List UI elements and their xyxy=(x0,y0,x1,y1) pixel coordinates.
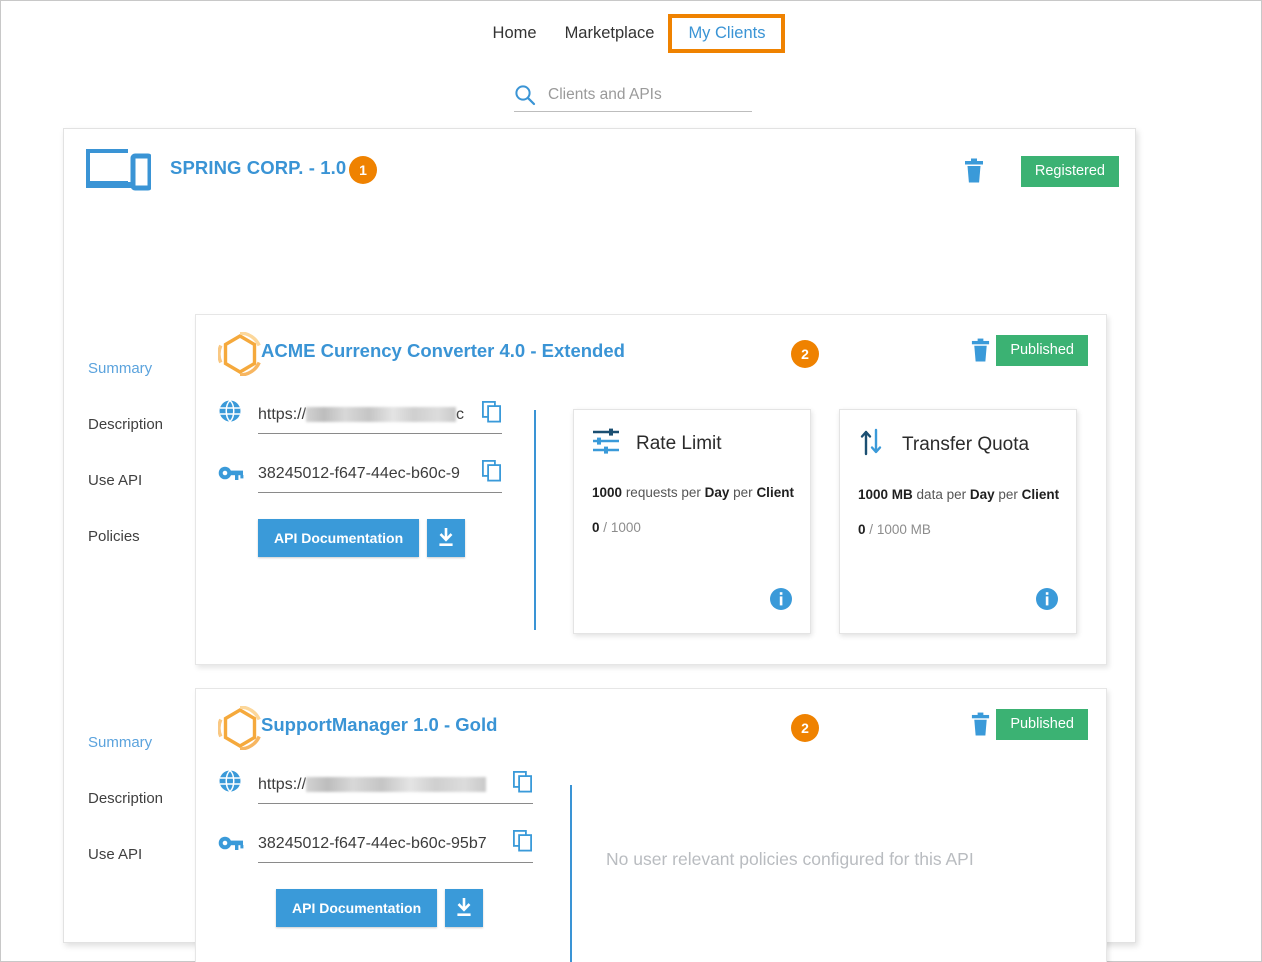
rate-limit-scope: Client xyxy=(756,485,794,500)
nav-item-home[interactable]: Home xyxy=(479,14,551,53)
annotation-marker-2b: 2 xyxy=(791,714,819,742)
key-icon xyxy=(218,464,244,493)
api-2-download-button[interactable] xyxy=(445,889,483,927)
rate-limit-title: Rate Limit xyxy=(636,433,722,455)
delete-client-icon[interactable] xyxy=(963,158,985,189)
api-2-documentation-button[interactable]: API Documentation xyxy=(276,889,437,927)
copy-key-icon[interactable] xyxy=(472,460,502,487)
rate-limit-per: per xyxy=(733,485,753,500)
transfer-quota-period: Day xyxy=(970,487,995,502)
api-2-menu-use-api[interactable]: Use API xyxy=(88,846,193,863)
api-1-url-suffix: c xyxy=(456,406,464,424)
nav-item-marketplace[interactable]: Marketplace xyxy=(551,14,669,53)
api-card-2: SupportManager 1.0 - Gold 2 Published xyxy=(195,688,1107,962)
rate-limit-unit: requests per xyxy=(626,485,701,500)
nav-item-my-clients[interactable]: My Clients xyxy=(668,14,785,53)
client-card-header: SPRING CORP. - 1.0 1 Registered xyxy=(64,129,1135,214)
api-2-details: https:// xyxy=(218,769,548,927)
copy-url-icon[interactable] xyxy=(472,401,502,428)
transfer-quota-unit: data per xyxy=(917,487,967,502)
api-2-url-prefix: https:// xyxy=(258,776,306,794)
transfer-quota-info-icon[interactable] xyxy=(1036,588,1058,615)
api-2-header: SupportManager 1.0 - Gold 2 Published xyxy=(196,689,1106,765)
policy-card-rate-limit: Rate Limit 1000 requests per Day per Cli… xyxy=(573,409,811,634)
api-2-actions: API Documentation xyxy=(276,889,548,927)
client-status-badge[interactable]: Registered xyxy=(1021,156,1119,187)
transfer-quota-used: 0 xyxy=(858,522,866,537)
api-1-status-badge[interactable]: Published xyxy=(996,335,1088,366)
api-1-policy-divider xyxy=(534,410,536,630)
delete-api-2-icon[interactable] xyxy=(970,712,991,742)
api-2-policy-divider xyxy=(570,785,572,962)
annotation-marker-2a: 2 xyxy=(791,340,819,368)
rate-limit-usage-line: 0 / 1000 xyxy=(592,520,810,535)
api-1-side-menu: Summary Description Use API Policies xyxy=(88,360,193,584)
rate-limit-used: 0 xyxy=(592,520,600,535)
transfer-quota-header: Transfer Quota xyxy=(840,410,1076,461)
rate-limit-value: 1000 xyxy=(592,485,622,500)
search-bar[interactable] xyxy=(514,84,752,112)
policy-card-transfer-quota: Transfer Quota 1000 MB data per Day per … xyxy=(839,409,1077,634)
api-2-title: SupportManager 1.0 - Gold xyxy=(261,714,497,736)
rate-limit-period: Day xyxy=(705,485,730,500)
api-1-title: ACME Currency Converter 4.0 - Extended xyxy=(261,340,625,362)
api-2-key-value: 38245012-f647-44ec-b60c-95b7 xyxy=(258,835,487,853)
api-2-menu-description[interactable]: Description xyxy=(88,790,193,807)
rate-limit-header: Rate Limit xyxy=(574,410,810,459)
search-icon xyxy=(514,84,536,106)
api-1-documentation-button[interactable]: API Documentation xyxy=(258,519,419,557)
api-2-url-row: https:// xyxy=(218,769,548,804)
key-icon xyxy=(218,834,244,863)
transfer-quota-value: 1000 MB xyxy=(858,487,913,502)
sliders-icon xyxy=(592,428,624,459)
api-1-url-prefix: https:// xyxy=(258,406,306,424)
rate-limit-total: 1000 xyxy=(611,520,641,535)
transfer-quota-scope: Client xyxy=(1022,487,1060,502)
api-hexagon-icon xyxy=(218,332,262,381)
search-input[interactable] xyxy=(548,86,752,104)
api-card-1: ACME Currency Converter 4.0 - Extended 2… xyxy=(195,314,1107,665)
transfer-quota-sep: / xyxy=(869,522,873,537)
api-1-menu-description[interactable]: Description xyxy=(88,416,193,433)
transfer-quota-limit-line: 1000 MB data per Day per Client xyxy=(858,487,1076,502)
transfer-quota-total: 1000 MB xyxy=(877,522,931,537)
app-page: Home Marketplace My Clients SPRING CORP.… xyxy=(0,0,1262,962)
rate-limit-sep: / xyxy=(603,520,607,535)
annotation-marker-1: 1 xyxy=(349,156,377,184)
rate-limit-info-icon[interactable] xyxy=(770,588,792,615)
client-card: SPRING CORP. - 1.0 1 Registered Summary … xyxy=(63,128,1136,943)
delete-api-1-icon[interactable] xyxy=(970,338,991,368)
globe-icon xyxy=(218,399,244,434)
api-2-side-menu: Summary Description Use API xyxy=(88,734,193,902)
api-1-url-row: https:// c xyxy=(218,399,518,434)
top-navigation: Home Marketplace My Clients xyxy=(1,14,1262,53)
transfer-quota-usage-line: 0 / 1000 MB xyxy=(858,522,1076,537)
transfer-quota-per: per xyxy=(998,487,1018,502)
transfer-icon xyxy=(858,428,890,461)
api-2-status-badge[interactable]: Published xyxy=(996,709,1088,740)
api-hexagon-icon xyxy=(218,706,262,755)
copy-url-icon[interactable] xyxy=(503,771,533,798)
transfer-quota-title: Transfer Quota xyxy=(902,434,1029,456)
api-1-key-value: 38245012-f647-44ec-b60c-9 xyxy=(258,465,460,483)
api-1-header: ACME Currency Converter 4.0 - Extended 2… xyxy=(196,315,1106,391)
api-1-menu-policies[interactable]: Policies xyxy=(88,528,193,545)
api-1-actions: API Documentation xyxy=(258,519,518,557)
api-2-no-policy-message: No user relevant policies configured for… xyxy=(606,845,1046,873)
download-icon xyxy=(455,898,473,918)
devices-icon xyxy=(83,146,151,199)
rate-limit-limit-line: 1000 requests per Day per Client xyxy=(592,485,810,500)
api-1-menu-summary[interactable]: Summary xyxy=(88,360,193,377)
api-2-key-row: 38245012-f647-44ec-b60c-95b7 xyxy=(218,830,548,863)
copy-key-icon[interactable] xyxy=(503,830,533,857)
api-1-download-button[interactable] xyxy=(427,519,465,557)
api-1-key-row: 38245012-f647-44ec-b60c-9 xyxy=(218,460,518,493)
globe-icon xyxy=(218,769,244,804)
api-2-menu-summary[interactable]: Summary xyxy=(88,734,193,751)
client-title: SPRING CORP. - 1.0 xyxy=(170,157,346,179)
api-1-menu-use-api[interactable]: Use API xyxy=(88,472,193,489)
download-icon xyxy=(437,528,455,548)
api-1-details: https:// c xyxy=(218,399,518,557)
